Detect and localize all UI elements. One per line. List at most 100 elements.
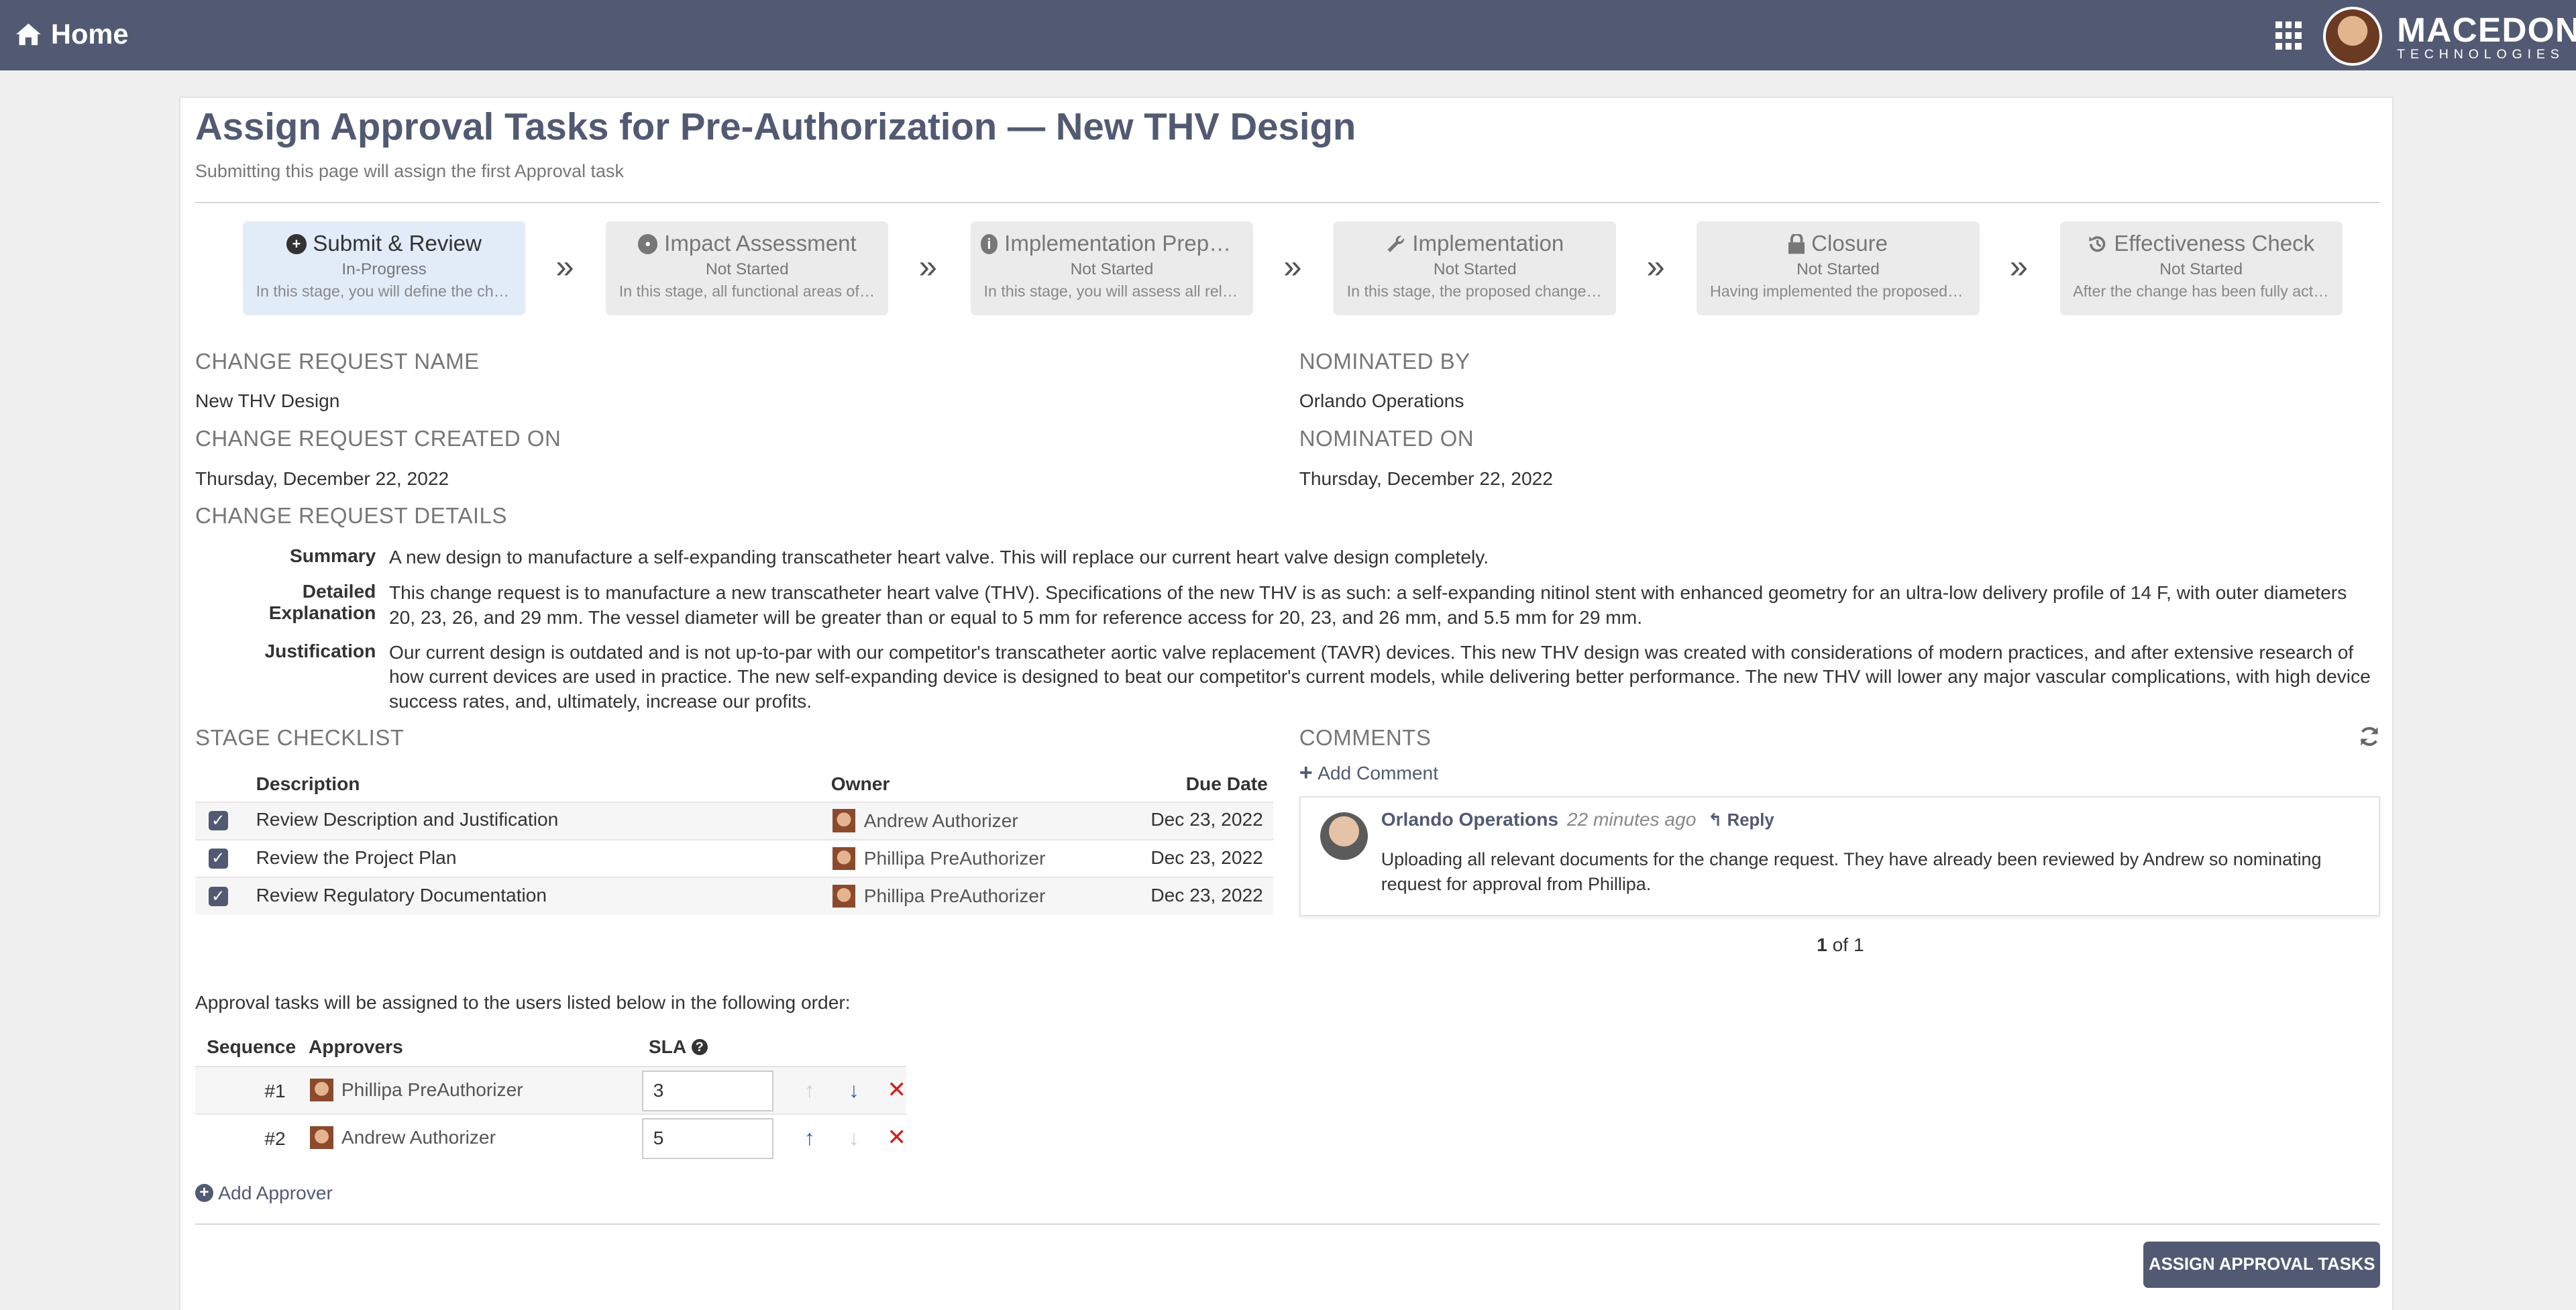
details-label: CHANGE REQUEST DETAILS: [195, 504, 507, 529]
stage-status: Not Started: [1796, 260, 1880, 278]
app-root: Home MACEDON TECHNOLOGIES Assign Approva…: [0, 0, 2576, 1310]
move-down-icon[interactable]: ↓: [841, 1123, 867, 1152]
avatar: [833, 885, 856, 908]
stage-submit-review[interactable]: + Submit & Review In-Progress In this sta…: [242, 221, 526, 315]
stage-title: Implementation: [1412, 231, 1564, 256]
stage-description: Having implemented the proposed change: [1709, 282, 1980, 300]
sla-input[interactable]: [642, 1070, 773, 1112]
stage-status: Not Started: [705, 260, 789, 278]
stage-closure[interactable]: Closure Not Started Having implemented t…: [1697, 221, 1980, 315]
comments-pager: 1 of 1: [1817, 934, 1864, 956]
owner-name: Andrew Authorizer: [863, 810, 1018, 831]
comment-card: Orlando Operations 22 minutes ago ↰ Repl…: [1299, 796, 2381, 917]
nominated-on-value: Thursday, December 22, 2022: [1299, 468, 1553, 489]
stage-status: Not Started: [2159, 260, 2243, 278]
checklist-description: Review Regulatory Documentation: [256, 885, 547, 906]
checkbox-checked-icon[interactable]: ✓: [208, 810, 228, 831]
stage-title: Impact Assessment: [664, 231, 857, 256]
cr-name-label: CHANGE REQUEST NAME: [195, 349, 480, 375]
add-comment-label: Add Comment: [1318, 762, 1439, 783]
divider: [195, 201, 2381, 204]
sla-label: SLA: [648, 1036, 687, 1057]
checklist-label: STAGE CHECKLIST: [195, 726, 405, 751]
stage-title: Submit & Review: [313, 231, 482, 256]
add-approver-label: Add Approver: [218, 1182, 333, 1203]
plus-circle-icon: +: [286, 234, 307, 254]
nominated-by-value: Orlando Operations: [1299, 390, 1464, 412]
checklist-owner: Andrew Authorizer: [833, 809, 1018, 832]
avatar: [310, 1126, 333, 1150]
brand-name: MACEDON: [2397, 9, 2576, 49]
summary-value: A new design to manufacture a self-expan…: [388, 546, 1489, 567]
detailed-explanation-key: Detailed Explanation: [268, 581, 376, 624]
stage-implementation[interactable]: Implementation Not Started In this stage…: [1334, 221, 1617, 315]
approver-sequence: #2: [264, 1128, 286, 1149]
checklist-row: ✓ Review Description and Justification A…: [195, 801, 1273, 839]
approvers-header-sla: SLA ?: [649, 1036, 708, 1058]
avatar: [310, 1079, 333, 1102]
checklist-description: Review Description and Justification: [256, 809, 559, 830]
owner-name: Phillipa PreAuthorizer: [863, 847, 1046, 869]
checkbox-checked-icon[interactable]: ✓: [208, 886, 228, 906]
chevron-double-right-icon: »: [1283, 249, 1302, 286]
add-comment-button[interactable]: + Add Comment: [1299, 760, 1438, 786]
plus-icon: +: [1299, 760, 1313, 786]
checklist-description: Review the Project Plan: [256, 847, 457, 868]
detailed-explanation-value: This change request is to manufacture a …: [388, 582, 2347, 629]
lock-icon: [1788, 234, 1805, 254]
stage-implementation-preparation[interactable]: iImplementation Preparation Not Started …: [970, 221, 1254, 315]
stage-description: In this stage, you will assess all relev…: [983, 282, 1253, 300]
checklist-header-owner: Owner: [830, 773, 890, 795]
question-circle-icon[interactable]: ?: [691, 1038, 708, 1056]
page-subtitle: Submitting this page will assign the fir…: [195, 160, 624, 181]
stage-impact-assessment[interactable]: • Impact Assessment Not Started In this s…: [606, 221, 889, 315]
chevron-double-right-icon: »: [2009, 249, 2028, 286]
approver-name-cell: Phillipa PreAuthorizer: [310, 1079, 523, 1102]
owner-name: Phillipa PreAuthorizer: [863, 885, 1046, 907]
remove-icon[interactable]: ✕: [883, 1123, 910, 1152]
reply-label: Reply: [1727, 811, 1774, 830]
approver-sequence: #1: [264, 1080, 286, 1101]
home-icon: [16, 23, 42, 46]
wrench-icon: [1387, 235, 1405, 253]
created-on-label: CHANGE REQUEST CREATED ON: [195, 427, 561, 452]
home-link[interactable]: Home: [16, 17, 129, 50]
reply-button[interactable]: ↰ Reply: [1708, 811, 1774, 830]
assign-approval-tasks-button[interactable]: ASSIGN APPROVAL TASKS: [2143, 1241, 2381, 1288]
apps-grid-icon[interactable]: [2275, 21, 2305, 51]
chevron-double-right-icon: »: [555, 249, 574, 286]
reply-icon: ↰: [1707, 811, 1723, 830]
move-up-icon[interactable]: ↑: [796, 1123, 822, 1152]
cr-name-value: New THV Design: [195, 390, 340, 412]
checklist-owner: Phillipa PreAuthorizer: [833, 847, 1046, 871]
created-on-value: Thursday, December 22, 2022: [195, 468, 449, 489]
refresh-icon[interactable]: [2359, 726, 2380, 747]
brand-logo: MACEDON TECHNOLOGIES: [2397, 9, 2576, 62]
main-panel: Assign Approval Tasks for Pre-Authorizat…: [178, 97, 2394, 1310]
stage-effectiveness-check[interactable]: Effectiveness Check Not Started After th…: [2059, 221, 2343, 315]
approvers-header-approvers: Approvers: [308, 1036, 403, 1057]
add-approver-button[interactable]: + Add Approver: [195, 1183, 333, 1204]
stage-description: In this stage, you will define the chang…: [256, 282, 526, 300]
stage-title: Implementation Preparation: [1004, 231, 1243, 256]
stage-status: Not Started: [1070, 260, 1154, 278]
comment-text: Uploading all relevant documents for the…: [1381, 849, 2322, 894]
sla-input[interactable]: [642, 1117, 773, 1160]
checklist-due: Dec 23, 2022: [1150, 885, 1263, 906]
checklist-header-due: Due Date: [1185, 773, 1268, 795]
approver-row: #1 Phillipa PreAuthorizer ↑ ↓ ✕: [195, 1065, 907, 1113]
remove-icon[interactable]: ✕: [883, 1075, 910, 1105]
chevron-double-right-icon: »: [1646, 249, 1665, 286]
stage-status: Not Started: [1433, 260, 1517, 278]
approver-name: Andrew Authorizer: [341, 1127, 496, 1148]
checkbox-checked-icon[interactable]: ✓: [208, 849, 228, 869]
move-down-icon[interactable]: ↓: [841, 1075, 867, 1105]
checklist-header-description: Description: [256, 773, 360, 795]
home-label: Home: [50, 17, 129, 50]
approvers-intro: Approval tasks will be assigned to the u…: [195, 991, 851, 1013]
move-up-icon[interactable]: ↑: [796, 1075, 822, 1105]
nominated-on-label: NOMINATED ON: [1299, 427, 1474, 452]
history-icon: [2089, 236, 2106, 252]
user-avatar[interactable]: [2322, 6, 2383, 66]
checklist-owner: Phillipa PreAuthorizer: [833, 885, 1045, 908]
